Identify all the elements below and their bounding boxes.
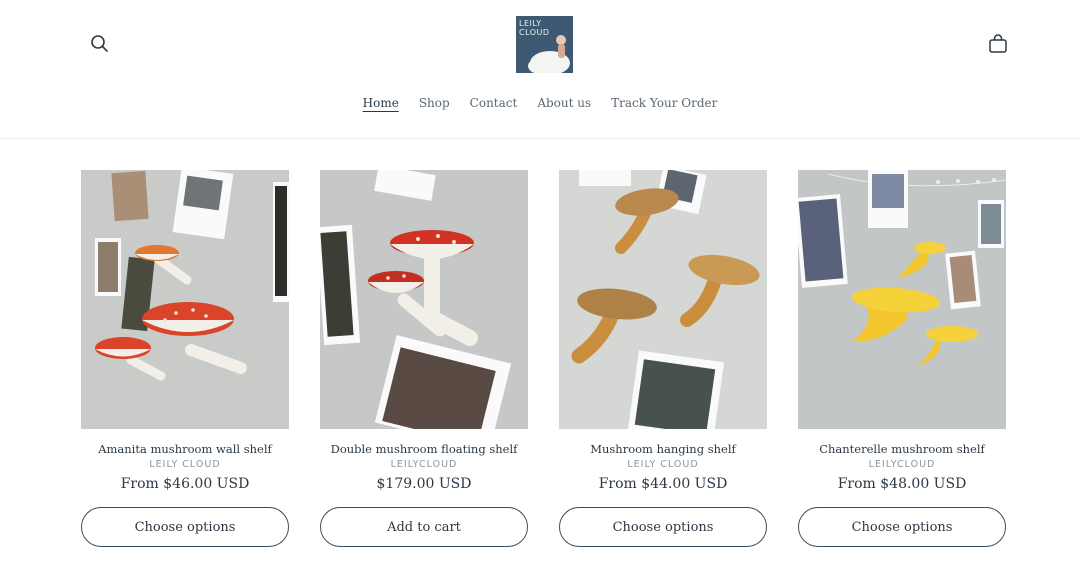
product-card: Mushroom hanging shelf LEILY CLOUD From … (559, 170, 767, 547)
site-header: LEILY CLOUD Home Shop Contact About us T… (0, 0, 1080, 139)
nav-home[interactable]: Home (363, 96, 399, 110)
product-grid: Amanita mushroom wall shelf LEILY CLOUD … (81, 170, 1006, 547)
product-image[interactable] (320, 170, 528, 429)
choose-options-button[interactable]: Choose options (559, 507, 767, 547)
product-price: $179.00 USD (376, 476, 472, 492)
nav-track-your-order[interactable]: Track Your Order (611, 96, 717, 110)
shopping-bag-icon (989, 34, 1007, 53)
product-card: Chanterelle mushroom shelf LEILYCLOUD Fr… (798, 170, 1006, 547)
nav-about-us[interactable]: About us (537, 96, 591, 110)
product-title[interactable]: Amanita mushroom wall shelf (81, 442, 289, 456)
product-vendor: LEILYCLOUD (390, 459, 458, 470)
choose-options-button[interactable]: Choose options (81, 507, 289, 547)
product-title[interactable]: Mushroom hanging shelf (559, 442, 767, 456)
main-navigation: Home Shop Contact About us Track Your Or… (0, 96, 1080, 110)
product-price: From $44.00 USD (598, 476, 728, 492)
product-title[interactable]: Chanterelle mushroom shelf (798, 442, 1006, 456)
product-price: From $48.00 USD (837, 476, 967, 492)
cart-button[interactable] (986, 32, 1010, 56)
product-title[interactable]: Double mushroom floating shelf (320, 442, 528, 456)
search-button[interactable] (88, 32, 112, 56)
nav-contact[interactable]: Contact (470, 96, 518, 110)
add-to-cart-button[interactable]: Add to cart (320, 507, 528, 547)
product-card: Amanita mushroom wall shelf LEILY CLOUD … (81, 170, 289, 547)
product-vendor: LEILY CLOUD (627, 459, 699, 470)
product-image[interactable] (798, 170, 1006, 429)
product-vendor: LEILYCLOUD (868, 459, 936, 470)
store-logo[interactable]: LEILY CLOUD (516, 16, 573, 73)
search-icon (91, 35, 108, 52)
nav-shop[interactable]: Shop (419, 96, 450, 110)
product-vendor: LEILY CLOUD (149, 459, 221, 470)
product-card: Double mushroom floating shelf LEILYCLOU… (320, 170, 528, 547)
choose-options-button[interactable]: Choose options (798, 507, 1006, 547)
product-image[interactable] (81, 170, 289, 429)
product-image[interactable] (559, 170, 767, 429)
product-price: From $46.00 USD (120, 476, 250, 492)
